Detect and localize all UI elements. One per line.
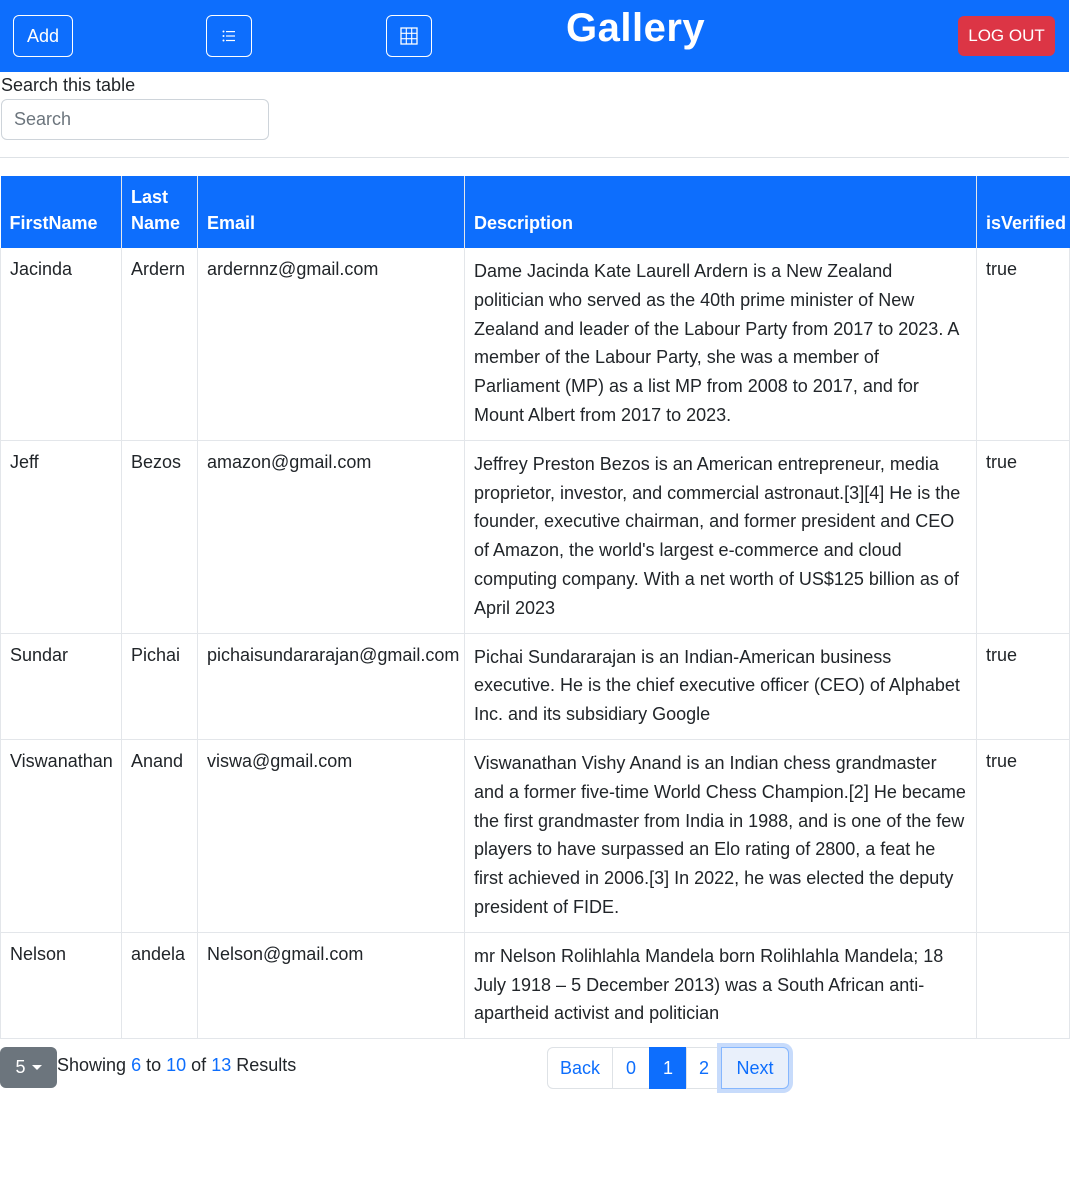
cell-last-name: Pichai bbox=[121, 633, 198, 740]
cell-is-verified: true bbox=[976, 633, 1070, 740]
header-is-verified[interactable]: isVerified bbox=[976, 176, 1070, 248]
cell-first-name: Nelson bbox=[0, 932, 122, 1040]
cell-last-name: Bezos bbox=[121, 440, 198, 634]
table-row[interactable]: Jacinda Ardern ardernnz@gmail.com Dame J… bbox=[0, 248, 1070, 441]
table-row[interactable]: Sundar Pichai pichaisundararajan@gmail.c… bbox=[0, 633, 1070, 740]
cell-is-verified: true bbox=[976, 248, 1070, 441]
search-label: Search this table bbox=[1, 75, 136, 95]
logout-button[interactable]: LOG OUT bbox=[958, 16, 1055, 56]
page-2-button[interactable]: 2 bbox=[686, 1047, 722, 1089]
cell-description: mr Nelson Rolihlahla Mandela born Rolihl… bbox=[464, 932, 977, 1040]
cell-is-verified: true bbox=[976, 739, 1070, 933]
add-button-label: Add bbox=[26, 25, 60, 46]
cell-last-name: Anand bbox=[121, 739, 198, 933]
cell-email: Nelson@gmail.com bbox=[197, 932, 465, 1040]
search-input[interactable] bbox=[1, 99, 269, 140]
cell-is-verified: true bbox=[976, 440, 1070, 634]
list-icon bbox=[222, 30, 235, 42]
of-word: of bbox=[191, 1055, 207, 1075]
header-first-name[interactable]: FirstName bbox=[0, 176, 122, 248]
page-0-button[interactable]: 0 bbox=[612, 1047, 650, 1089]
grid-icon bbox=[400, 27, 418, 45]
page-size-dropdown[interactable]: 5 bbox=[0, 1047, 57, 1088]
cell-description: Dame Jacinda Kate Laurell Ardern is a Ne… bbox=[464, 248, 977, 441]
table-row[interactable]: Viswanathan Anand viswa@gmail.com Viswan… bbox=[0, 739, 1070, 933]
header-last-name[interactable]: Last Name bbox=[121, 176, 198, 248]
cell-description: Pichai Sundararajan is an Indian-America… bbox=[464, 633, 977, 740]
top-navbar: Add Gallery LOG OUT bbox=[0, 0, 1069, 72]
caret-down-icon bbox=[31, 1065, 42, 1070]
results-summary: Showing 6 to 10 of 13 Results bbox=[57, 1055, 296, 1076]
cell-last-name: andela bbox=[121, 932, 198, 1040]
divider bbox=[0, 157, 1069, 158]
header-email[interactable]: Email bbox=[197, 176, 465, 248]
table-header-row: FirstName Last Name Email Description is… bbox=[0, 176, 1070, 248]
cell-first-name: Viswanathan bbox=[0, 739, 122, 933]
header-description[interactable]: Description bbox=[464, 176, 977, 248]
cell-email: pichaisundararajan@gmail.com bbox=[197, 633, 465, 740]
to-word: to bbox=[146, 1055, 162, 1075]
cell-first-name: Sundar bbox=[0, 633, 122, 740]
cell-first-name: Jacinda bbox=[0, 248, 122, 441]
back-button[interactable]: Back bbox=[547, 1047, 613, 1089]
data-table: FirstName Last Name Email Description is… bbox=[0, 176, 1070, 1040]
results-total: 13 bbox=[211, 1055, 232, 1075]
table-row[interactable]: Nelson andela Nelson@gmail.com mr Nelson… bbox=[0, 932, 1070, 1040]
showing-prefix: Showing bbox=[57, 1055, 127, 1075]
pagination: Back 0 1 2 Next bbox=[547, 1047, 789, 1089]
page-size-value: 5 bbox=[15, 1057, 26, 1077]
cell-is-verified bbox=[976, 932, 1070, 1040]
results-to: 10 bbox=[166, 1055, 187, 1075]
cell-description: Jeffrey Preston Bezos is an American ent… bbox=[464, 440, 977, 634]
cell-email: ardernnz@gmail.com bbox=[197, 248, 465, 441]
results-from: 6 bbox=[131, 1055, 142, 1075]
next-button[interactable]: Next bbox=[721, 1047, 789, 1089]
add-button[interactable]: Add bbox=[13, 15, 73, 57]
table-row[interactable]: Jeff Bezos amazon@gmail.com Jeffrey Pres… bbox=[0, 440, 1070, 634]
cell-email: amazon@gmail.com bbox=[197, 440, 465, 634]
list-view-button[interactable] bbox=[206, 15, 252, 57]
grid-view-button[interactable] bbox=[386, 15, 432, 57]
page-title: Gallery bbox=[566, 6, 706, 50]
results-word: Results bbox=[236, 1055, 297, 1075]
logout-button-label: LOG OUT bbox=[968, 26, 1045, 45]
cell-email: viswa@gmail.com bbox=[197, 739, 465, 933]
cell-first-name: Jeff bbox=[0, 440, 122, 634]
cell-description: Viswanathan Vishy Anand is an Indian che… bbox=[464, 739, 977, 933]
page-1-button[interactable]: 1 bbox=[649, 1047, 687, 1089]
cell-last-name: Ardern bbox=[121, 248, 198, 441]
